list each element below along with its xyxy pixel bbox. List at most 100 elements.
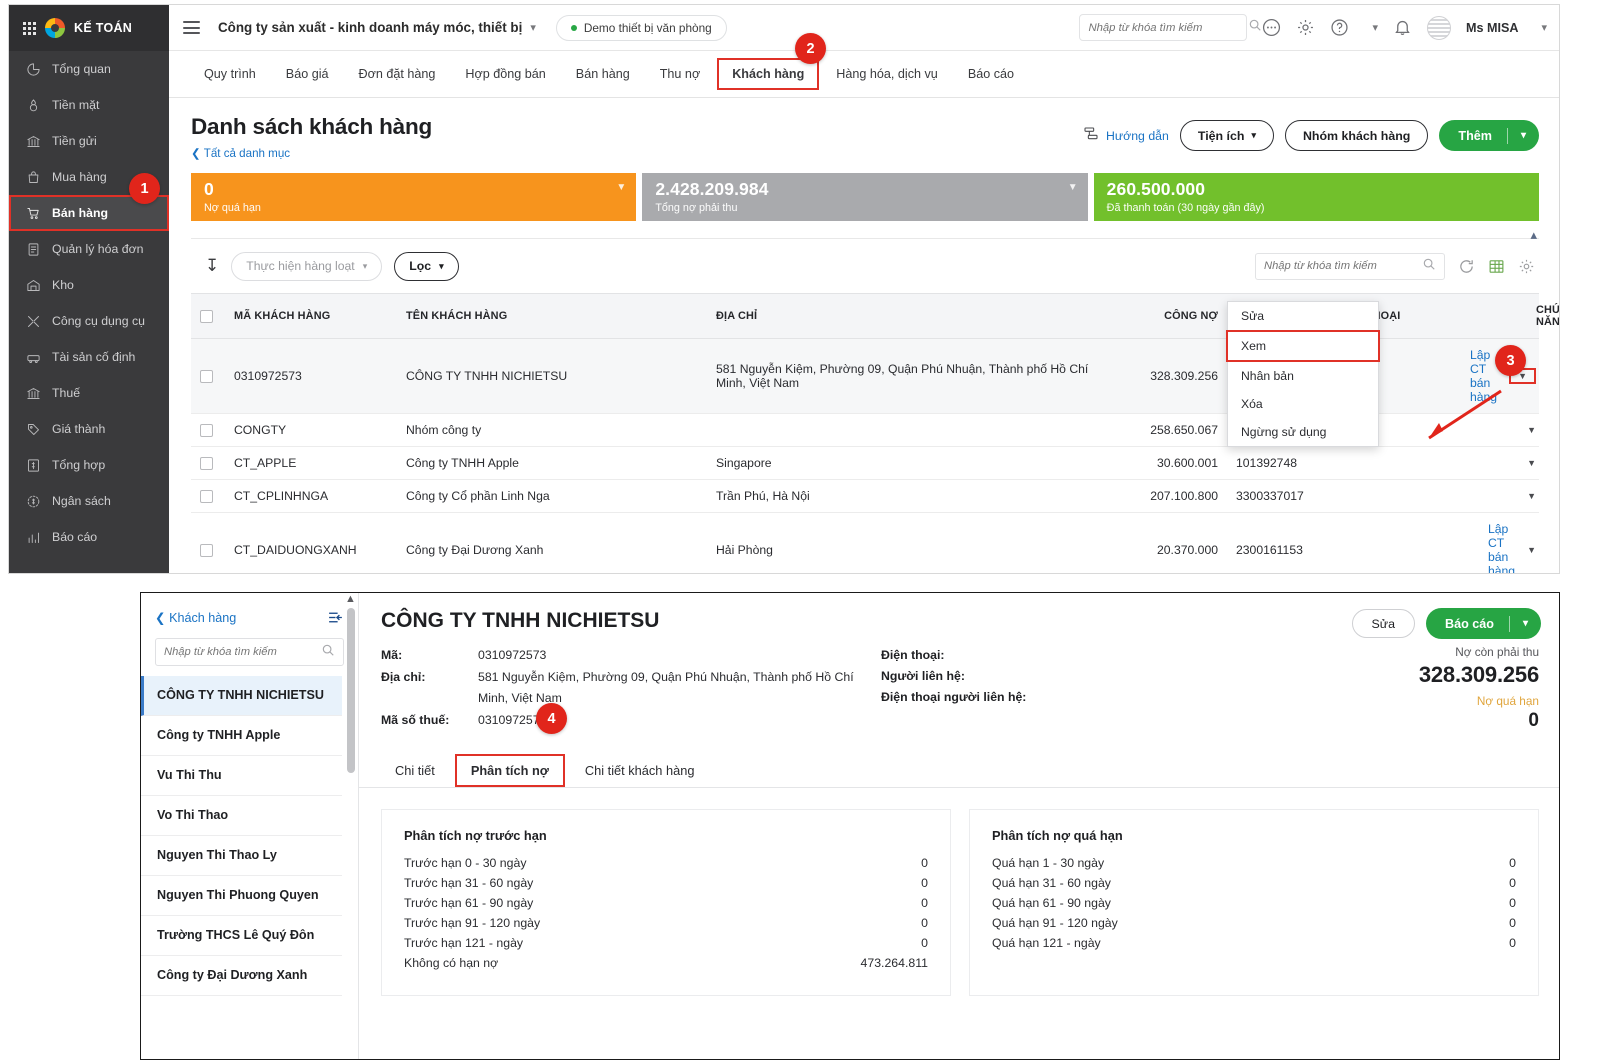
menu-item-nhân-bản[interactable]: Nhân bản <box>1228 362 1378 390</box>
detail-search-input[interactable] <box>164 646 317 658</box>
nav-tab-2[interactable]: Đơn đặt hàng <box>346 60 449 88</box>
sidebar-item-ngân-sách[interactable]: Ngân sách <box>9 483 169 519</box>
list-item[interactable]: Nguyen Thi Thao Ly <box>141 836 342 876</box>
sidebar-item-công-cụ-dụng-cụ[interactable]: Công cụ dụng cụ <box>9 303 169 339</box>
table-settings-gear-icon[interactable] <box>1518 258 1535 275</box>
gear-icon[interactable] <box>1296 18 1315 37</box>
apps-grid-icon[interactable] <box>23 21 36 35</box>
help-icon[interactable] <box>1330 18 1349 37</box>
row-checkbox[interactable] <box>200 543 213 557</box>
row-checkbox[interactable] <box>200 369 213 383</box>
global-search-box[interactable] <box>1079 14 1262 41</box>
bulk-action-button[interactable]: Thực hiện hàng loạt ▾ <box>231 251 383 281</box>
table-search-box[interactable] <box>1255 252 1445 280</box>
kpi-card-2[interactable]: 260.500.000 Đã thanh toán (30 ngày gần đâ… <box>1093 173 1539 221</box>
sidebar-item-tổng-quan[interactable]: Tổng quan <box>9 51 169 87</box>
scroll-up-chevron-icon[interactable]: ▲ <box>345 593 356 605</box>
sidebar-item-quản-lý-hóa-đơn[interactable]: Quản lý hóa đơn <box>9 231 169 267</box>
menu-item-ngừng-sử-dụng[interactable]: Ngừng sử dụng <box>1228 418 1378 446</box>
sidebar-item-tổng-hợp[interactable]: Tổng hợp <box>9 447 169 483</box>
list-item[interactable]: Công ty Đại Dương Xanh <box>141 956 342 996</box>
detail-tab-0[interactable]: Chi tiết <box>381 756 449 785</box>
nav-tab-0[interactable]: Quy trình <box>191 60 269 88</box>
scrollbar-thumb[interactable] <box>346 608 355 773</box>
sidebar-item-thuế[interactable]: Thuế <box>9 375 169 411</box>
company-selector-label[interactable]: Công ty sản xuất - kinh doanh máy móc, t… <box>218 20 522 35</box>
column-header-1[interactable]: TÊN KHÁCH HÀNG <box>397 293 707 339</box>
nav-tab-7[interactable]: Hàng hóa, dịch vụ <box>823 60 951 88</box>
user-chevron-down-icon[interactable]: ▾ <box>1541 21 1547 34</box>
filter-funnel-icon[interactable]: ▼ <box>1068 182 1078 193</box>
collapse-panel-icon[interactable] <box>327 609 344 626</box>
search-icon[interactable] <box>321 643 335 662</box>
nav-tab-8[interactable]: Báo cáo <box>955 60 1027 88</box>
detail-tab-1[interactable]: Phân tích nợ <box>454 754 565 787</box>
menu-item-xem[interactable]: Xem <box>1226 330 1380 362</box>
sort-icon[interactable]: ↧ <box>205 256 219 276</box>
collapse-chevron-up-icon[interactable]: ▴ <box>1530 227 1537 243</box>
add-chevron-down-icon[interactable]: ▾ <box>1508 130 1539 141</box>
column-header-2[interactable]: ĐỊA CHỈ <box>707 293 1102 339</box>
list-scrollbar[interactable]: ▲ <box>345 593 356 923</box>
refresh-icon[interactable] <box>1458 258 1475 275</box>
row-checkbox[interactable] <box>200 489 213 503</box>
add-button[interactable]: Thêm ▾ <box>1439 120 1539 151</box>
sidebar-item-kho[interactable]: Kho <box>9 267 169 303</box>
avatar[interactable] <box>1426 15 1451 40</box>
nav-tab-4[interactable]: Bán hàng <box>563 60 643 88</box>
create-sales-doc-link[interactable]: Lập CT bán hàng <box>1488 522 1515 573</box>
utility-button[interactable]: Tiện ích ▾ <box>1179 120 1274 151</box>
list-item[interactable]: CÔNG TY TNHH NICHIETSU <box>141 676 342 716</box>
column-header-6[interactable]: CHỨC NĂNG <box>1527 293 1559 339</box>
back-label[interactable]: Khách hàng <box>169 611 236 625</box>
menu-toggle-icon[interactable] <box>183 21 200 34</box>
table-row[interactable]: CT_APPLE Công ty TNHH Apple Singapore 30.60… <box>191 446 1539 480</box>
detail-tab-2[interactable]: Chi tiết khách hàng <box>571 756 709 785</box>
select-all-checkbox[interactable] <box>200 309 213 323</box>
create-sales-doc-link[interactable]: Lập CT bán hàng <box>1470 348 1497 404</box>
more-options-icon[interactable] <box>1262 18 1281 37</box>
filter-button[interactable]: Lọc ▾ <box>394 251 459 281</box>
row-action-chevron-down-icon[interactable]: ▼ <box>1527 458 1536 468</box>
list-item[interactable]: Nguyen Thi Phuong Quyen <box>141 876 342 916</box>
chevron-down-icon[interactable]: ▾ <box>530 21 536 34</box>
table-search-input[interactable] <box>1264 260 1418 272</box>
row-checkbox[interactable] <box>200 423 213 437</box>
nav-tab-3[interactable]: Hợp đồng bán <box>452 60 558 88</box>
search-icon[interactable] <box>1248 18 1262 37</box>
guide-label[interactable]: Hướng dẫn <box>1106 129 1169 143</box>
list-item[interactable]: Vo Thi Thao <box>141 796 342 836</box>
search-icon[interactable] <box>1422 257 1436 276</box>
breadcrumb-label[interactable]: Tất cả danh mục <box>204 147 290 160</box>
sidebar-brand[interactable]: KẾ TOÁN <box>9 5 169 51</box>
row-action-chevron-down-icon[interactable]: ▼ <box>1527 425 1536 435</box>
guide-link[interactable]: Hướng dẫn <box>1083 126 1169 145</box>
sidebar-item-tiền-mặt[interactable]: Tiền mặt <box>9 87 169 123</box>
filter-funnel-icon[interactable]: ▼ <box>616 182 626 193</box>
sidebar-item-báo-cáo[interactable]: Báo cáo <box>9 519 169 555</box>
breadcrumb[interactable]: ❮ Tất cả danh mục <box>191 146 432 160</box>
menu-item-xóa[interactable]: Xóa <box>1228 390 1378 418</box>
row-checkbox[interactable] <box>200 456 213 470</box>
bell-icon[interactable] <box>1393 18 1412 37</box>
table-row[interactable]: CT_DAIDUONGXANH Công ty Đại Dương Xanh Hải… <box>191 512 1539 573</box>
sidebar-item-giá-thành[interactable]: Giá thành <box>9 411 169 447</box>
help-chevron-down-icon[interactable]: ▾ <box>1372 21 1378 34</box>
row-action-menu[interactable]: Sửa Xem Nhân bản Xóa Ngừng sử dụng <box>1226 301 1380 447</box>
report-chevron-down-icon[interactable]: ▾ <box>1510 618 1541 629</box>
back-to-customers-link[interactable]: ❮ Khách hàng <box>155 610 236 625</box>
list-item[interactable]: Công ty TNHH Apple <box>141 716 342 756</box>
kpi-card-0[interactable]: 0 Nợ quá hạn ▼ <box>191 173 637 221</box>
sidebar-item-tài-sản-cố-định[interactable]: Tài sản cố định <box>9 339 169 375</box>
row-action-chevron-down-icon[interactable]: ▼ <box>1527 491 1536 501</box>
column-header-0[interactable]: MÃ KHÁCH HÀNG <box>225 293 397 339</box>
nav-tab-5[interactable]: Thu nợ <box>647 60 713 88</box>
row-action-chevron-down-icon[interactable]: ▼ <box>1527 545 1536 555</box>
menu-item-sửa[interactable]: Sửa <box>1228 302 1378 330</box>
column-header-3[interactable]: CÔNG NỢ <box>1102 293 1227 339</box>
export-excel-icon[interactable] <box>1488 258 1505 275</box>
user-menu-label[interactable]: Ms MISA <box>1466 21 1518 35</box>
demo-env-chip[interactable]: Demo thiết bị văn phòng <box>555 14 727 41</box>
list-item[interactable]: Trường THCS Lê Quý Đôn <box>141 916 342 956</box>
nav-tab-1[interactable]: Báo giá <box>273 60 342 88</box>
